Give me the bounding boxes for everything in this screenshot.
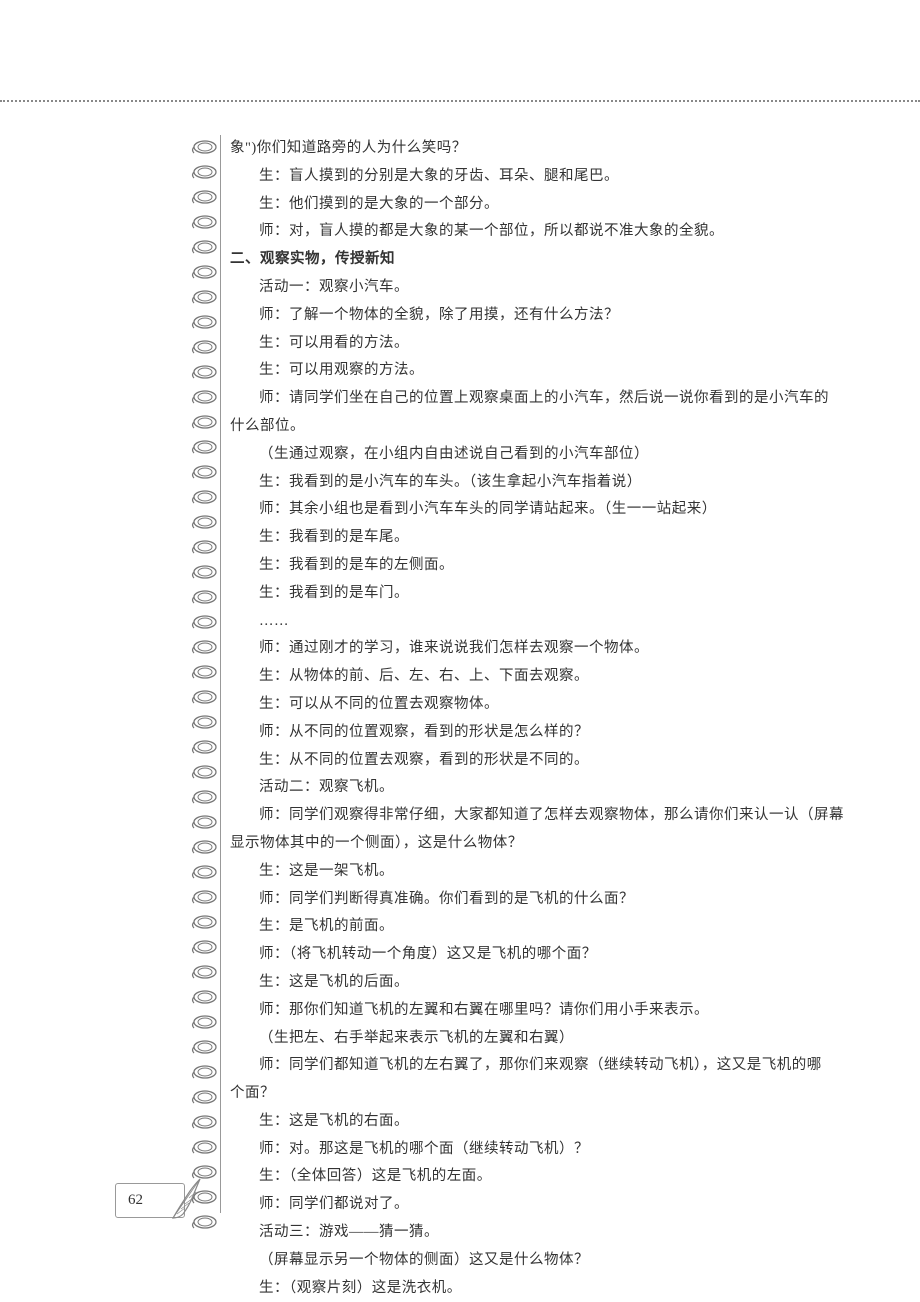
text-line: 师：同学们判断得真准确。你们看到的是飞机的什么面？ xyxy=(230,886,850,914)
text-line: 师：其余小组也是看到小汽车车头的同学请站起来。（生一一站起来） xyxy=(230,496,850,524)
text-line: …… xyxy=(230,608,850,636)
text-line: 生：这是飞机的右面。 xyxy=(230,1108,850,1136)
text-line: 生：这是一架飞机。 xyxy=(230,858,850,886)
text-line: 生：（观察片刻）这是洗衣机。 xyxy=(230,1275,850,1302)
text-line: （生把左、右手举起来表示飞机的左翼和右翼） xyxy=(230,1025,850,1053)
text-line: 生：可以从不同的位置去观察物体。 xyxy=(230,691,850,719)
text-line: 生：我看到的是车门。 xyxy=(230,580,850,608)
text-line: 活动三：游戏——猜一猜。 xyxy=(230,1219,850,1247)
text-line: 师：（将飞机转动一个角度）这又是飞机的哪个面？ xyxy=(230,941,850,969)
text-line: 二、观察实物，传授新知 xyxy=(230,246,850,274)
text-line: 生：可以用看的方法。 xyxy=(230,330,850,358)
text-line: 生：可以用观察的方法。 xyxy=(230,357,850,385)
spiral-binding xyxy=(191,135,221,1235)
text-line: 师：通过刚才的学习，谁来说说我们怎样去观察一个物体。 xyxy=(230,635,850,663)
text-line: 活动二：观察飞机。 xyxy=(230,774,850,802)
text-line: 生：他们摸到的是大象的一个部分。 xyxy=(230,191,850,219)
text-line: 生：（全体回答）这是飞机的左面。 xyxy=(230,1163,850,1191)
feather-icon xyxy=(165,1176,205,1221)
text-line: 生：我看到的是小汽车的车头。（该生拿起小汽车指着说） xyxy=(230,469,850,497)
text-line: 师：了解一个物体的全貌，除了用摸，还有什么方法？ xyxy=(230,302,850,330)
text-line: 个面？ xyxy=(230,1080,850,1108)
text-line: 象")你们知道路旁的人为什么笑吗？ xyxy=(230,135,850,163)
text-line: 生：是飞机的前面。 xyxy=(230,913,850,941)
text-line: （屏幕显示另一个物体的侧面）这又是什么物体？ xyxy=(230,1247,850,1275)
text-line: 师：对。那这是飞机的哪个面（继续转动飞机）？ xyxy=(230,1136,850,1164)
text-line: 生：我看到的是车的左侧面。 xyxy=(230,552,850,580)
text-line: 生：从不同的位置去观察，看到的形状是不同的。 xyxy=(230,747,850,775)
text-line: 师：对，盲人摸的都是大象的某一个部位，所以都说不准大象的全貌。 xyxy=(230,218,850,246)
text-line: 师：同学们都知道飞机的左右翼了，那你们来观察（继续转动飞机），这又是飞机的哪 xyxy=(230,1052,850,1080)
text-line: 师：同学们都说对了。 xyxy=(230,1191,850,1219)
text-line: 生：我看到的是车尾。 xyxy=(230,524,850,552)
text-line: 生：这是飞机的后面。 xyxy=(230,969,850,997)
text-line: 师：那你们知道飞机的左翼和右翼在哪里吗？请你们用小手来表示。 xyxy=(230,997,850,1025)
text-line: 师：从不同的位置观察，看到的形状是怎么样的？ xyxy=(230,719,850,747)
header-divider xyxy=(0,100,920,102)
text-line: 生：盲人摸到的分别是大象的牙齿、耳朵、腿和尾巴。 xyxy=(230,163,850,191)
page-number-value: 62 xyxy=(128,1192,143,1209)
text-line: （生通过观察，在小组内自由述说自己看到的小汽车部位） xyxy=(230,441,850,469)
text-line: 师：请同学们坐在自己的位置上观察桌面上的小汽车，然后说一说你看到的是小汽车的 xyxy=(230,385,850,413)
text-line: 什么部位。 xyxy=(230,413,850,441)
text-line: 师：同学们观察得非常仔细，大家都知道了怎样去观察物体，那么请你们来认一认（屏幕 xyxy=(230,802,850,830)
text-line: 显示物体其中的一个侧面），这是什么物体？ xyxy=(230,830,850,858)
text-line: 生：从物体的前、后、左、右、上、下面去观察。 xyxy=(230,663,850,691)
text-line: 活动一：观察小汽车。 xyxy=(230,274,850,302)
main-content: 象")你们知道路旁的人为什么笑吗？生：盲人摸到的分别是大象的牙齿、耳朵、腿和尾巴… xyxy=(230,135,850,1302)
